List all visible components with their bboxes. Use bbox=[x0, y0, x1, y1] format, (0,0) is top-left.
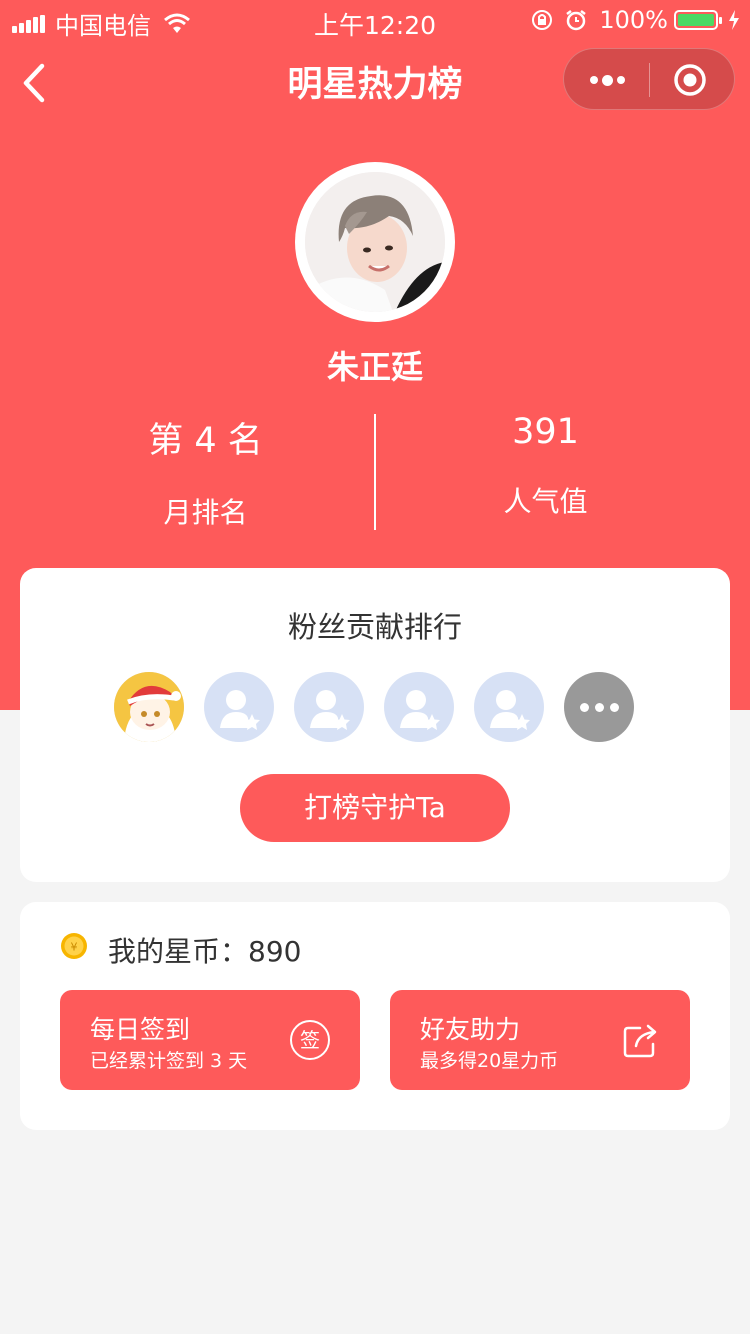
more-menu-icon[interactable] bbox=[584, 61, 630, 99]
popularity-label: 人气值 bbox=[503, 485, 588, 518]
daily-checkin-subtitle: 已经累计签到 3 天 bbox=[90, 1050, 248, 1072]
share-icon bbox=[623, 1024, 657, 1058]
popularity-value: 391 bbox=[512, 412, 579, 452]
checkin-icon: 签 bbox=[290, 1020, 332, 1062]
coin-icon: ¥ bbox=[61, 933, 87, 959]
daily-checkin-title: 每日签到 bbox=[90, 1015, 191, 1044]
empty-fan-avatar[interactable] bbox=[294, 672, 364, 742]
star-avatar-ring bbox=[295, 162, 455, 322]
star-name: 朱正廷 bbox=[326, 348, 423, 386]
fans-contribution-card: 粉丝贡献排行 打榜守护Ta bbox=[20, 568, 730, 882]
friend-help-subtitle: 最多得20星力币 bbox=[420, 1050, 559, 1072]
fans-title: 粉丝贡献排行 bbox=[287, 610, 462, 644]
guard-ranking-button[interactable]: 打榜守护Ta bbox=[240, 774, 510, 842]
empty-fan-avatar[interactable] bbox=[384, 672, 454, 742]
status-bar: 中国电信 上午12:20 100% bbox=[0, 0, 750, 40]
rank-value: 第 4 名 bbox=[148, 421, 263, 461]
fan-avatar[interactable] bbox=[114, 672, 184, 742]
miniprogram-capsule bbox=[563, 48, 735, 110]
empty-fan-avatar[interactable] bbox=[474, 672, 544, 742]
star-avatar bbox=[305, 172, 445, 312]
capsule-divider bbox=[649, 63, 650, 97]
coin-symbol: ¥ bbox=[71, 941, 78, 954]
friend-help-button[interactable]: 好友助力 最多得20星力币 bbox=[390, 990, 690, 1090]
empty-fan-avatar[interactable] bbox=[204, 672, 274, 742]
star-coin-balance: 我的星币：890 bbox=[108, 935, 302, 968]
star-coin-card: ¥ 我的星币：890 每日签到 已经累计签到 3 天 签 好友助力 最多得20星… bbox=[20, 902, 730, 1130]
rank-label: 月排名 bbox=[163, 496, 248, 529]
rotation-lock-icon bbox=[532, 10, 553, 30]
popularity-stat: 391 人气值 bbox=[358, 412, 733, 520]
battery-icon bbox=[674, 10, 722, 30]
daily-checkin-button[interactable]: 每日签到 已经累计签到 3 天 签 bbox=[60, 990, 360, 1090]
fans-avatar-list bbox=[114, 672, 654, 742]
monthly-rank-stat: 第 4 名 月排名 bbox=[18, 412, 393, 531]
alarm-icon bbox=[566, 10, 587, 31]
charging-icon bbox=[729, 10, 739, 30]
close-miniprogram-icon[interactable] bbox=[672, 62, 708, 98]
friend-help-title: 好友助力 bbox=[420, 1015, 521, 1044]
battery-percent: 100% bbox=[599, 6, 668, 34]
more-fans-icon[interactable] bbox=[564, 672, 634, 742]
